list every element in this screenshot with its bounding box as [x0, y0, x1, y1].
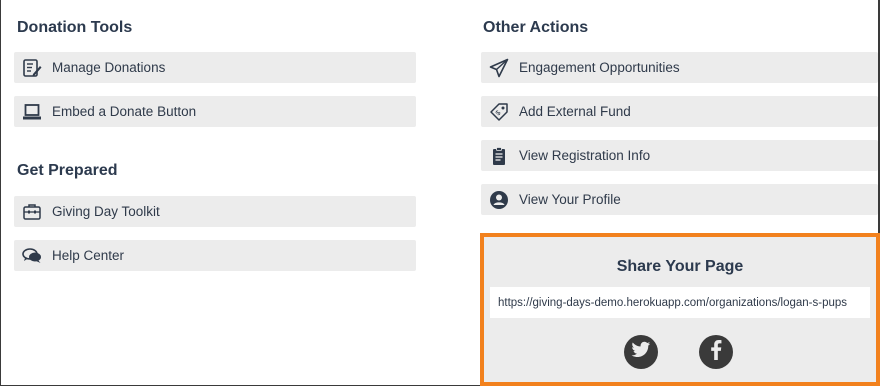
facebook-share-button[interactable] [699, 335, 733, 369]
help-center-button[interactable]: Help Center [14, 240, 416, 271]
twitter-icon [631, 341, 651, 364]
toolbox-icon [22, 202, 42, 222]
help-center-label: Help Center [52, 248, 125, 263]
engagement-opportunities-button[interactable]: Engagement Opportunities [481, 52, 878, 83]
share-your-page-heading: Share Your Page [616, 258, 744, 275]
facebook-icon [710, 339, 722, 365]
giving-day-toolkit-button[interactable]: Giving Day Toolkit [14, 196, 416, 227]
view-your-profile-label: View Your Profile [519, 192, 621, 207]
chat-bubbles-icon [22, 246, 42, 266]
view-registration-info-label: View Registration Info [519, 148, 651, 163]
other-actions-heading: Other Actions [483, 19, 589, 36]
edit-list-icon [22, 58, 42, 78]
share-your-page-panel: Share Your Page [480, 233, 880, 386]
laptop-icon [22, 102, 42, 122]
clipboard-icon [489, 146, 509, 166]
manage-donations-label: Manage Donations [52, 60, 166, 75]
giving-day-toolkit-label: Giving Day Toolkit [52, 204, 160, 219]
twitter-share-button[interactable] [624, 335, 658, 369]
add-external-fund-button[interactable]: $ Add External Fund [481, 96, 878, 127]
paper-plane-icon [489, 58, 509, 78]
view-your-profile-button[interactable]: View Your Profile [481, 184, 878, 215]
manage-donations-button[interactable]: Manage Donations [14, 52, 416, 83]
user-circle-icon [489, 190, 509, 210]
engagement-opportunities-label: Engagement Opportunities [519, 60, 680, 75]
embed-donate-button[interactable]: Embed a Donate Button [14, 96, 416, 127]
view-registration-info-button[interactable]: View Registration Info [481, 140, 878, 171]
donation-tools-heading: Donation Tools [17, 19, 133, 36]
get-prepared-heading: Get Prepared [17, 162, 118, 179]
add-external-fund-label: Add External Fund [519, 104, 631, 119]
share-url-field[interactable] [490, 287, 870, 318]
embed-donate-label: Embed a Donate Button [52, 104, 197, 119]
tag-icon: $ [489, 102, 509, 122]
